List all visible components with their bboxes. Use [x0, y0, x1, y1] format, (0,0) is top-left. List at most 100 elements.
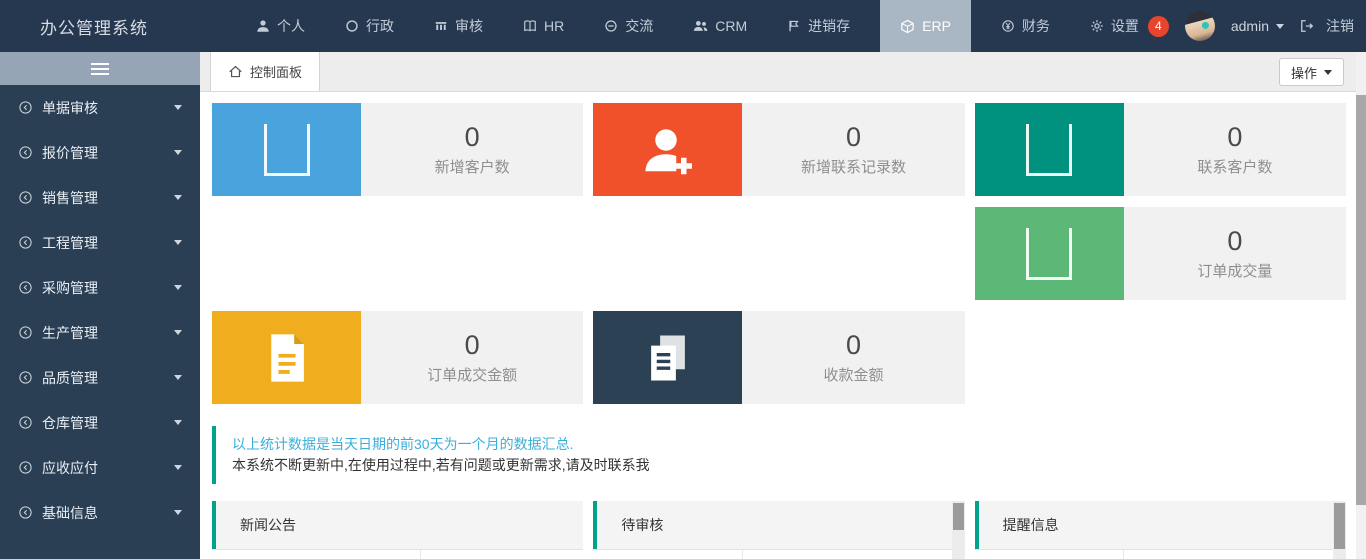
- notification-badge[interactable]: 4: [1148, 16, 1169, 37]
- sidebar-item-production[interactable]: 生产管理: [0, 310, 200, 355]
- users-icon: [693, 19, 708, 33]
- sign-out-icon: [1300, 19, 1314, 33]
- gear-icon: [1090, 19, 1104, 33]
- sidebar-item-warehouse[interactable]: 仓库管理: [0, 400, 200, 445]
- nav-item-inventory[interactable]: 进销存: [772, 0, 865, 52]
- sidebar-item-quotation[interactable]: 报价管理: [0, 130, 200, 175]
- sidebar-item-label: 单据审核: [42, 98, 98, 118]
- panel-scrollbar[interactable]: [952, 501, 965, 559]
- stat-tile-received-amount[interactable]: 0 收款金额: [593, 311, 964, 404]
- stat-value: 0: [1227, 122, 1242, 153]
- circle-arrow-icon: [18, 415, 33, 430]
- sidebar-item-label: 销售管理: [42, 188, 98, 208]
- chevron-down-icon: [174, 150, 182, 155]
- chevron-down-icon: [174, 510, 182, 515]
- stat-label: 新增联系记录数: [801, 156, 906, 177]
- stat-label: 收款金额: [823, 364, 883, 385]
- nav-item-settings[interactable]: 设置: [1075, 0, 1154, 52]
- circle-arrow-icon: [18, 235, 33, 250]
- sidebar-item-label: 基础信息: [42, 503, 98, 523]
- sidebar-item-label: 工程管理: [42, 233, 98, 253]
- nav-item-hr[interactable]: HR: [508, 0, 579, 52]
- book-icon: [523, 19, 537, 33]
- nav-item-communication[interactable]: 交流: [589, 0, 668, 52]
- stat-value: 0: [846, 122, 861, 153]
- circle-arrow-icon: [18, 190, 33, 205]
- sidebar-item-basic-info[interactable]: 基础信息: [0, 490, 200, 535]
- notice-update-line: 本系统不断更新中,在使用过程中,若有问题或更新需求,请及时联系我: [232, 455, 1330, 476]
- chevron-down-icon: [174, 195, 182, 200]
- stat-label: 订单成交金额: [427, 364, 517, 385]
- chevron-down-icon: [1324, 70, 1332, 75]
- panel-pending-approval-body: [593, 549, 964, 559]
- nav-item-erp[interactable]: ERP: [880, 0, 971, 52]
- circle-arrow-icon: [18, 460, 33, 475]
- nav-item-crm[interactable]: CRM: [678, 0, 762, 52]
- sidebar-item-label: 品质管理: [42, 368, 98, 388]
- hamburger-icon: [91, 63, 109, 65]
- action-dropdown-button[interactable]: 操作: [1279, 58, 1344, 86]
- sidebar-item-document-audit[interactable]: 单据审核: [0, 85, 200, 130]
- copy-icon: [593, 311, 742, 404]
- sidebar-item-engineering[interactable]: 工程管理: [0, 220, 200, 265]
- circle-arrow-icon: [18, 280, 33, 295]
- person-icon: [256, 19, 270, 33]
- stat-value: 0: [846, 330, 861, 361]
- panel-news-body: [212, 549, 583, 559]
- system-notice: 以上统计数据是当天日期的前30天为一个月的数据汇总. 本系统不断更新中,在使用过…: [212, 426, 1346, 484]
- page-scrollbar[interactable]: [1356, 52, 1366, 559]
- panel-reminders-body: [975, 549, 1346, 559]
- nav-item-personal[interactable]: 个人: [241, 0, 320, 52]
- stat-tile-order-amount[interactable]: 0 订单成交金额: [212, 311, 583, 404]
- missing-glyph-icon: [975, 103, 1124, 196]
- nav-item-label: 进销存: [808, 16, 850, 36]
- sidebar-item-label: 生产管理: [42, 323, 98, 343]
- panel-title: 新闻公告: [240, 515, 296, 535]
- nav-item-audit[interactable]: 审核: [419, 0, 498, 52]
- panel-news: 新闻公告: [212, 501, 583, 559]
- sidebar-item-sales[interactable]: 销售管理: [0, 175, 200, 220]
- panel-title: 待审核: [621, 515, 663, 535]
- sidebar-item-procurement[interactable]: 采购管理: [0, 265, 200, 310]
- sidebar-item-label: 仓库管理: [42, 413, 98, 433]
- stat-tile-new-customers[interactable]: 0 新增客户数: [212, 103, 583, 196]
- office-management-app: 办公管理系统 个人 行政 审核 HR 交流: [0, 0, 1366, 559]
- nav-item-finance[interactable]: 财务: [986, 0, 1065, 52]
- nav-item-administration[interactable]: 行政: [330, 0, 409, 52]
- user-dropdown[interactable]: admin: [1231, 18, 1284, 34]
- missing-glyph-icon: [212, 103, 361, 196]
- tab-control-panel[interactable]: 控制面板: [210, 52, 320, 91]
- stat-tiles: 0 新增客户数 0 新增联系记录数: [212, 103, 1346, 404]
- nav-item-label: ERP: [922, 18, 951, 34]
- notice-stats-line: 以上统计数据是当天日期的前30天为一个月的数据汇总.: [232, 434, 1330, 455]
- logout-button[interactable]: 注销: [1300, 16, 1354, 36]
- scrollbar-thumb[interactable]: [1356, 95, 1366, 505]
- sidebar-toggle-button[interactable]: [0, 52, 200, 85]
- main-content: 控制面板 操作 0 新增客户数: [200, 52, 1356, 559]
- stat-label: 新增客户数: [435, 156, 510, 177]
- circle-arrow-icon: [18, 370, 33, 385]
- panel-scrollbar[interactable]: [1333, 501, 1346, 559]
- comment-icon: [604, 19, 618, 33]
- logout-label: 注销: [1326, 16, 1354, 36]
- circle-icon: [345, 19, 359, 33]
- sidebar: 单据审核 报价管理 销售管理 工程管理 采购管理 生产管理: [0, 52, 200, 559]
- home-icon: [228, 64, 243, 79]
- sidebar-item-quality[interactable]: 品质管理: [0, 355, 200, 400]
- avatar[interactable]: [1185, 11, 1215, 41]
- nav-item-label: 设置: [1111, 16, 1139, 36]
- stat-tile-contacted-customers[interactable]: 0 联系客户数: [975, 103, 1346, 196]
- nav-item-label: 个人: [277, 16, 305, 36]
- chevron-down-icon: [174, 240, 182, 245]
- sidebar-item-label: 报价管理: [42, 143, 98, 163]
- main-nav: 个人 行政 审核 HR 交流 CRM: [200, 0, 1159, 52]
- panel-title: 提醒信息: [1003, 515, 1059, 535]
- chevron-down-icon: [174, 465, 182, 470]
- circle-arrow-icon: [18, 325, 33, 340]
- stat-label: 联系客户数: [1197, 156, 1272, 177]
- stat-tile-order-deals[interactable]: 0 订单成交量: [975, 207, 1346, 300]
- yen-icon: [1001, 19, 1015, 33]
- nav-item-label: CRM: [715, 18, 747, 34]
- sidebar-item-receivables-payables[interactable]: 应收应付: [0, 445, 200, 490]
- stat-tile-new-contact-records[interactable]: 0 新增联系记录数: [593, 103, 964, 196]
